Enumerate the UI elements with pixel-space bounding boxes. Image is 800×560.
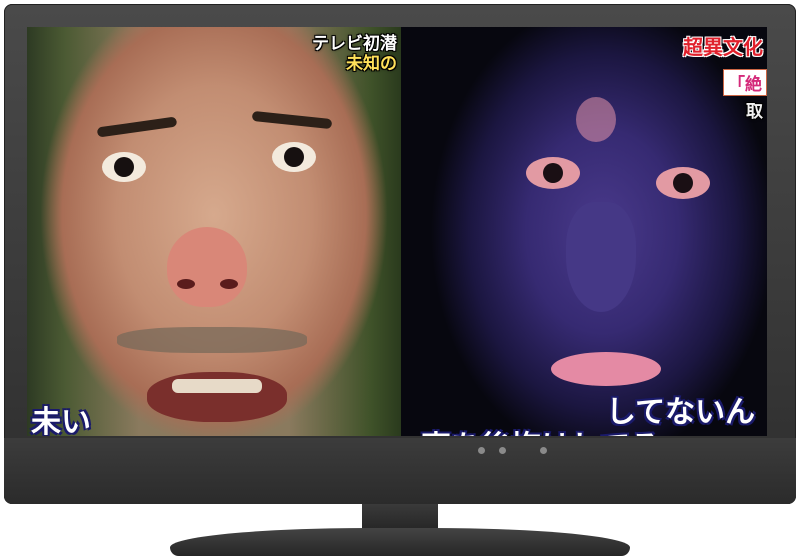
right-top-title: 超異文化 [683, 35, 763, 59]
nose-uv [566, 202, 636, 312]
nostril-right [220, 279, 238, 289]
tv-bottom-bezel [4, 438, 796, 504]
right-eyebrow [251, 110, 333, 130]
tv-stand-neck [362, 504, 438, 530]
lips-uv [551, 352, 661, 386]
left-top-caption-2: 未知の [346, 54, 397, 74]
right-subtitle-line-2: 事を後悔はしてる [421, 422, 660, 436]
teeth [172, 379, 262, 393]
left-eye [102, 152, 146, 182]
right-eye [272, 142, 316, 172]
right-top-sub: 取 [746, 102, 763, 122]
left-bottom-subtitle: 未い [31, 405, 91, 436]
tv-led-indicator [499, 447, 506, 454]
right-face-panel: 超異文化 「絶 取 してないん 事を後悔はしてる [401, 27, 767, 436]
nose [167, 227, 247, 307]
right-eye-uv [656, 167, 710, 199]
left-eye-uv [526, 157, 580, 189]
tv-stand-base [170, 528, 630, 556]
left-face-panel: テレビ初潜 未知の 未い [27, 27, 401, 436]
left-eyebrow [96, 116, 178, 138]
tv-screen: テレビ初潜 未知の 未い 超異文化 「絶 取 してないん 事を後悔はしてる [27, 27, 767, 436]
nostril-left [177, 279, 195, 289]
tv-led-indicator [478, 447, 485, 454]
forehead-highlight [576, 97, 616, 142]
tv-led-indicator [540, 447, 547, 454]
mustache [117, 327, 307, 353]
right-top-box: 「絶 [723, 69, 767, 96]
